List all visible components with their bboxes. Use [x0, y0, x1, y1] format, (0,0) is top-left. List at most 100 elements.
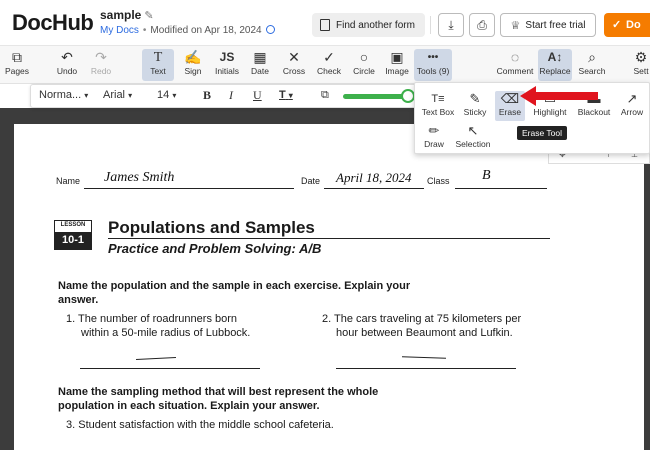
bold-button[interactable]: B	[203, 88, 211, 103]
comment-label: Comment	[496, 66, 534, 76]
find-another-form-button[interactable]: Find another form	[312, 13, 425, 37]
rename-pencil-icon[interactable]: ✎	[144, 10, 153, 22]
lesson-badge: LESSON 10-1	[54, 220, 92, 250]
chevron-down-icon: ▾	[288, 91, 293, 100]
chevron-down-icon: ▾	[128, 91, 133, 100]
date-button[interactable]: ▦ Date	[246, 49, 274, 81]
name-underline	[84, 188, 294, 189]
folder-link[interactable]: My Docs	[100, 25, 139, 36]
arrow-tool[interactable]: ↗ Arrow	[615, 91, 649, 121]
text-format-bar: Norma... ▾ Arial ▾ 14 ▾ B I U T ▾ ⧉	[30, 84, 420, 108]
search-label: Search	[578, 66, 606, 76]
print-button[interactable]: ⎙	[469, 13, 495, 37]
erase-tooltip: Erase Tool	[517, 126, 568, 140]
redo-button[interactable]: ↷ Redo	[86, 49, 116, 81]
cross-button[interactable]: ✕ Cross	[278, 49, 310, 81]
font-value: Arial	[103, 89, 126, 101]
cross-icon: ✕	[288, 49, 300, 65]
class-underline	[455, 188, 547, 189]
settings-label: Sett	[633, 66, 649, 76]
question-2-line-2: hour between Beaumont and Lufkin.	[336, 327, 513, 339]
cursor-icon: ↖	[467, 123, 479, 138]
image-icon: ▣	[390, 49, 404, 65]
instruction-2-line-2: population in each situation. Explain yo…	[58, 400, 320, 412]
pages-label: Pages	[4, 66, 30, 76]
worksheet-subtitle: Practice and Problem Solving: A/B	[108, 241, 322, 256]
italic-button[interactable]: I	[229, 88, 233, 103]
name-handwriting[interactable]: James Smith	[104, 170, 174, 186]
tools-label: Tools (9)	[416, 66, 450, 76]
text-color-button[interactable]: T ▾	[279, 89, 293, 101]
sticky-label: Sticky	[463, 107, 487, 117]
replace-label: Replace	[539, 66, 571, 76]
document-page[interactable]: Name James Smith Date April 18, 2024 Cla…	[14, 124, 644, 450]
history-clock-icon[interactable]	[266, 25, 276, 34]
start-free-trial-button[interactable]: ♕ Start free trial	[500, 13, 596, 37]
comment-button[interactable]: ◌ Comment	[494, 49, 536, 81]
style-value: Norma...	[39, 89, 82, 101]
done-label: Do	[626, 19, 641, 31]
initials-button[interactable]: JS Initials	[210, 49, 244, 81]
image-label: Image	[385, 66, 409, 76]
print-icon: ⎙	[477, 17, 487, 32]
sticky-tool[interactable]: ✎ Sticky	[457, 91, 493, 121]
question-1-line-2: within a 50-mile radius of Lubbock.	[81, 327, 251, 339]
dochub-logo[interactable]: DocHub	[12, 10, 94, 36]
class-handwriting[interactable]: B	[482, 168, 491, 184]
text-tool-button[interactable]: T Text	[142, 49, 174, 81]
arrow-icon: ↗	[626, 91, 638, 106]
font-family-select[interactable]: Arial ▾	[103, 89, 132, 101]
tools-menu-button[interactable]: ••• Tools (9)	[414, 49, 452, 81]
done-button[interactable]: ✓ Do	[604, 13, 650, 37]
undo-button[interactable]: ↶ Undo	[52, 49, 82, 81]
check-button[interactable]: ✓ Check	[314, 49, 344, 81]
replace-icon: A↕	[547, 50, 563, 64]
red-arrow-annotation	[520, 86, 598, 106]
draw-tool[interactable]: ✏ Draw	[417, 123, 451, 153]
done-check-icon: ✓	[612, 19, 622, 31]
font-size-select[interactable]: 14 ▾	[157, 89, 176, 101]
undo-label: Undo	[56, 66, 78, 76]
more-icon: •••	[427, 52, 439, 63]
settings-button[interactable]: ⚙ Sett	[630, 49, 650, 81]
date-label: Date	[251, 66, 269, 76]
crown-icon: ♕	[510, 19, 521, 32]
pages-button[interactable]: ⧉ Pages	[3, 49, 31, 81]
textbox-icon: T≡	[431, 93, 445, 105]
circle-button[interactable]: ○ Circle	[348, 49, 380, 81]
download-button[interactable]: ⤓	[438, 13, 464, 37]
check-icon: ✓	[323, 49, 335, 65]
search-button[interactable]: ⌕ Search	[576, 49, 608, 81]
undo-icon: ↶	[61, 49, 73, 65]
answer-1-line[interactable]	[80, 368, 260, 369]
size-value: 14	[157, 89, 170, 101]
answer-2-line[interactable]	[336, 368, 516, 369]
question-3: 3. Student satisfaction with the middle …	[66, 419, 334, 431]
selection-tool[interactable]: ↖ Selection	[451, 123, 495, 153]
image-button[interactable]: ▣ Image	[382, 49, 412, 81]
copy-style-icon[interactable]: ⧉	[321, 89, 329, 102]
download-icon: ⤓	[448, 17, 454, 32]
app-header: DocHub sample ✎ My Docs • Modified on Apr 1…	[0, 0, 650, 46]
textbox-tool[interactable]: T≡ Text Box	[417, 91, 459, 121]
sign-label: Sign	[184, 66, 202, 76]
answer-2-stroke	[401, 356, 447, 359]
lesson-number: 10-1	[55, 232, 91, 249]
eraser-icon: ⌫	[500, 91, 520, 106]
sign-button[interactable]: ✍ Sign	[178, 49, 208, 81]
header-divider	[430, 16, 431, 34]
instruction-2-line-1: Name the sampling method that will best …	[58, 386, 379, 398]
text-label: Text	[150, 66, 166, 76]
cross-label: Cross	[282, 66, 306, 76]
paragraph-style-select[interactable]: Norma... ▾	[39, 89, 88, 101]
underline-button[interactable]: U	[253, 88, 262, 103]
text-icon: T	[153, 50, 163, 65]
opacity-slider-handle[interactable]	[401, 89, 415, 103]
class-label: Class	[427, 176, 450, 186]
document-title[interactable]: sample ✎	[100, 8, 154, 22]
date-handwriting[interactable]: April 18, 2024	[336, 170, 411, 186]
lesson-label: LESSON	[60, 222, 86, 228]
replace-button[interactable]: A↕ Replace	[538, 49, 572, 81]
document-name[interactable]: sample	[100, 8, 141, 22]
search-icon: ⌕	[588, 49, 596, 65]
